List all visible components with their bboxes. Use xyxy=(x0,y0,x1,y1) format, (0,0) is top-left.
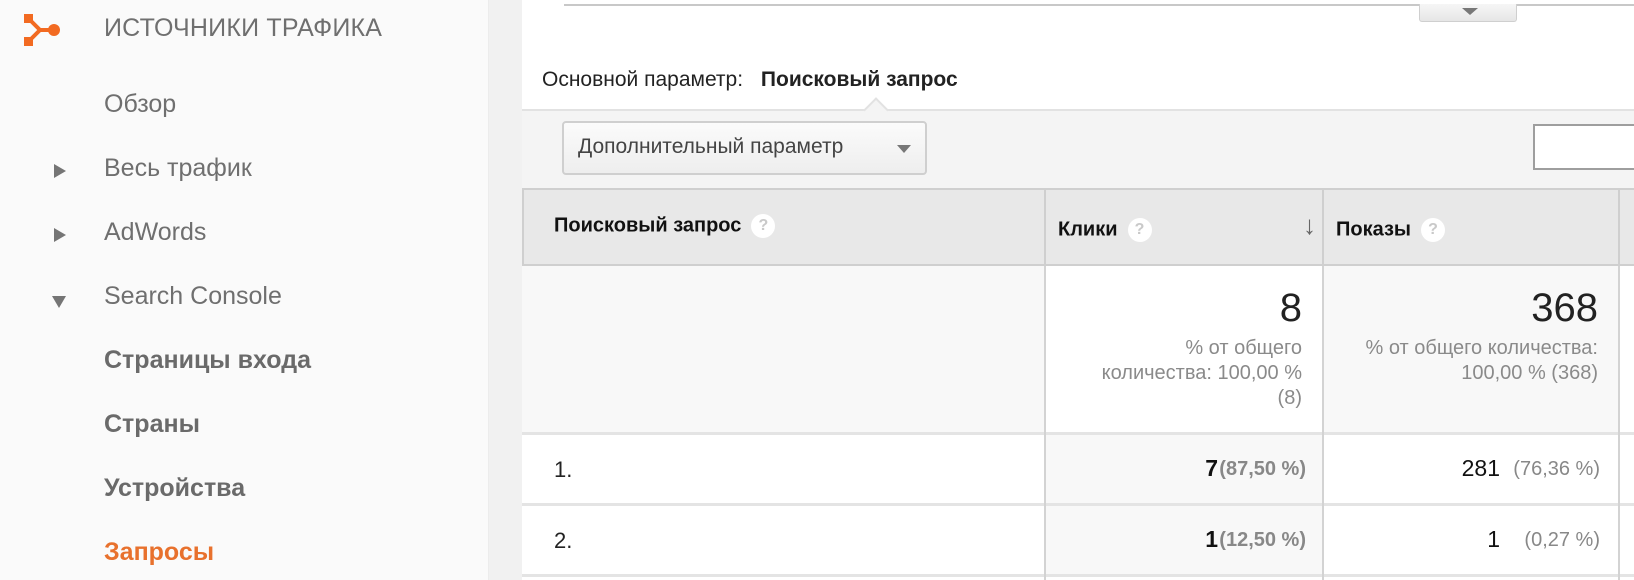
sidebar-item-adwords[interactable]: AdWords xyxy=(0,206,488,262)
totals-impressions-value: 368 xyxy=(1531,286,1598,330)
table-search-input[interactable] xyxy=(1533,124,1634,170)
sidebar-item-queries[interactable]: Запросы xyxy=(0,526,488,580)
main-content: Основной параметр: Поисковый запрос Допо… xyxy=(522,0,1634,580)
sidebar-item-label: Search Console xyxy=(104,282,282,310)
table-row[interactable]: 2. 1 (12,50 %) 1 (0,27 %) xyxy=(522,506,1634,576)
column-divider xyxy=(1322,266,1324,580)
caret-right-icon[interactable] xyxy=(54,228,66,242)
impressions-value: 1 xyxy=(1487,526,1500,552)
totals-impressions-cell: 368 % от общего количества: 100,00 % (36… xyxy=(1322,266,1618,434)
clicks-cell: 7 (87,50 %) xyxy=(1044,435,1322,505)
sidebar-item-label: Запросы xyxy=(104,538,215,566)
column-header-query[interactable]: Поисковый запрос? xyxy=(522,188,1044,266)
sidebar-item-label: Обзор xyxy=(104,90,177,118)
impressions-percent: (0,27 %) xyxy=(1524,529,1600,551)
help-icon[interactable]: ? xyxy=(1421,218,1445,242)
help-icon[interactable]: ? xyxy=(751,214,776,238)
table-row[interactable]: 1. 7 (87,50 %) 281 (76,36 %) xyxy=(522,435,1634,505)
sidebar-item-landing-pages[interactable]: Страницы входа xyxy=(0,334,488,390)
impressions-percent: (76,36 %) xyxy=(1513,458,1600,480)
primary-dimension: Основной параметр: Поисковый запрос xyxy=(542,68,958,92)
sidebar-item-devices[interactable]: Устройства xyxy=(0,462,488,518)
secondary-dimension-dropdown[interactable]: Дополнительный параметр xyxy=(562,121,927,175)
sort-descending-icon[interactable]: ↓ xyxy=(1303,210,1316,241)
active-dimension-pointer xyxy=(863,97,889,123)
sidebar-item-label: Устройства xyxy=(104,474,246,502)
primary-dimension-value[interactable]: Поисковый запрос xyxy=(761,68,958,91)
sidebar-item-countries[interactable]: Страны xyxy=(0,398,488,454)
sidebar-divider xyxy=(488,0,522,580)
impressions-cell: 281 (76,36 %) xyxy=(1322,435,1618,505)
column-header-label: Показы xyxy=(1336,218,1411,241)
totals-clicks-value: 8 xyxy=(1279,286,1302,330)
row-index: 1. xyxy=(554,457,573,482)
sidebar-item-label: AdWords xyxy=(104,218,207,246)
triangle-down-icon xyxy=(1462,8,1478,15)
primary-dimension-label: Основной параметр: xyxy=(542,68,744,91)
section-title: ИСТОЧНИКИ ТРАФИКА xyxy=(104,14,383,42)
totals-impressions-sub: % от общего количества: 100,00 % (368) xyxy=(1365,337,1599,384)
column-header-label: Поисковый запрос xyxy=(554,214,742,237)
totals-next-cell xyxy=(1618,266,1634,434)
impressions-value: 281 xyxy=(1461,455,1500,481)
section-header[interactable]: ИСТОЧНИКИ ТРАФИКА xyxy=(0,0,488,58)
clicks-percent: (87,50 %) xyxy=(1219,458,1306,480)
sidebar-item-all-traffic[interactable]: Весь трафик xyxy=(0,142,488,198)
column-divider xyxy=(1044,266,1046,580)
help-icon[interactable]: ? xyxy=(1127,218,1152,242)
column-header-impressions[interactable]: Показы? xyxy=(1322,188,1618,266)
impressions-cell: 1 (0,27 %) xyxy=(1322,506,1618,576)
row-index: 2. xyxy=(554,528,573,553)
sidebar-item-label: Страницы входа xyxy=(104,346,311,374)
caret-right-icon[interactable] xyxy=(54,164,66,178)
sidebar-item-label: Страны xyxy=(104,410,200,438)
clicks-cell: 1 (12,50 %) xyxy=(1044,506,1322,576)
clicks-value: 7 xyxy=(1205,455,1218,481)
column-header-next[interactable] xyxy=(1618,188,1634,266)
sidebar: ИСТОЧНИКИ ТРАФИКА Обзор Весь трафик AdWo… xyxy=(0,0,488,580)
sidebar-item-overview[interactable]: Обзор xyxy=(0,78,488,134)
column-header-clicks[interactable]: Клики? ↓ xyxy=(1044,188,1322,266)
secondary-dimension-label: Дополнительный параметр xyxy=(578,135,844,158)
clicks-value: 1 xyxy=(1205,526,1218,552)
clicks-percent: (12,50 %) xyxy=(1219,529,1306,551)
totals-query-cell xyxy=(522,266,1044,434)
column-divider xyxy=(1618,266,1620,580)
dropdown-arrow-icon xyxy=(897,145,911,153)
traffic-sources-icon xyxy=(24,14,60,46)
column-header-label: Клики xyxy=(1058,218,1118,241)
table-toolbar: Дополнительный параметр xyxy=(522,97,1634,188)
sidebar-item-label: Весь трафик xyxy=(104,154,252,182)
caret-down-icon[interactable] xyxy=(52,296,66,308)
sidebar-item-search-console[interactable]: Search Console xyxy=(0,270,488,326)
chart-collapse-button[interactable] xyxy=(1419,4,1517,22)
row-divider xyxy=(522,574,1634,577)
totals-clicks-sub: % от общего количества: 100,00 % (8) xyxy=(1101,337,1302,409)
totals-clicks-cell: 8 % от общего количества: 100,00 % (8) xyxy=(1044,266,1322,434)
